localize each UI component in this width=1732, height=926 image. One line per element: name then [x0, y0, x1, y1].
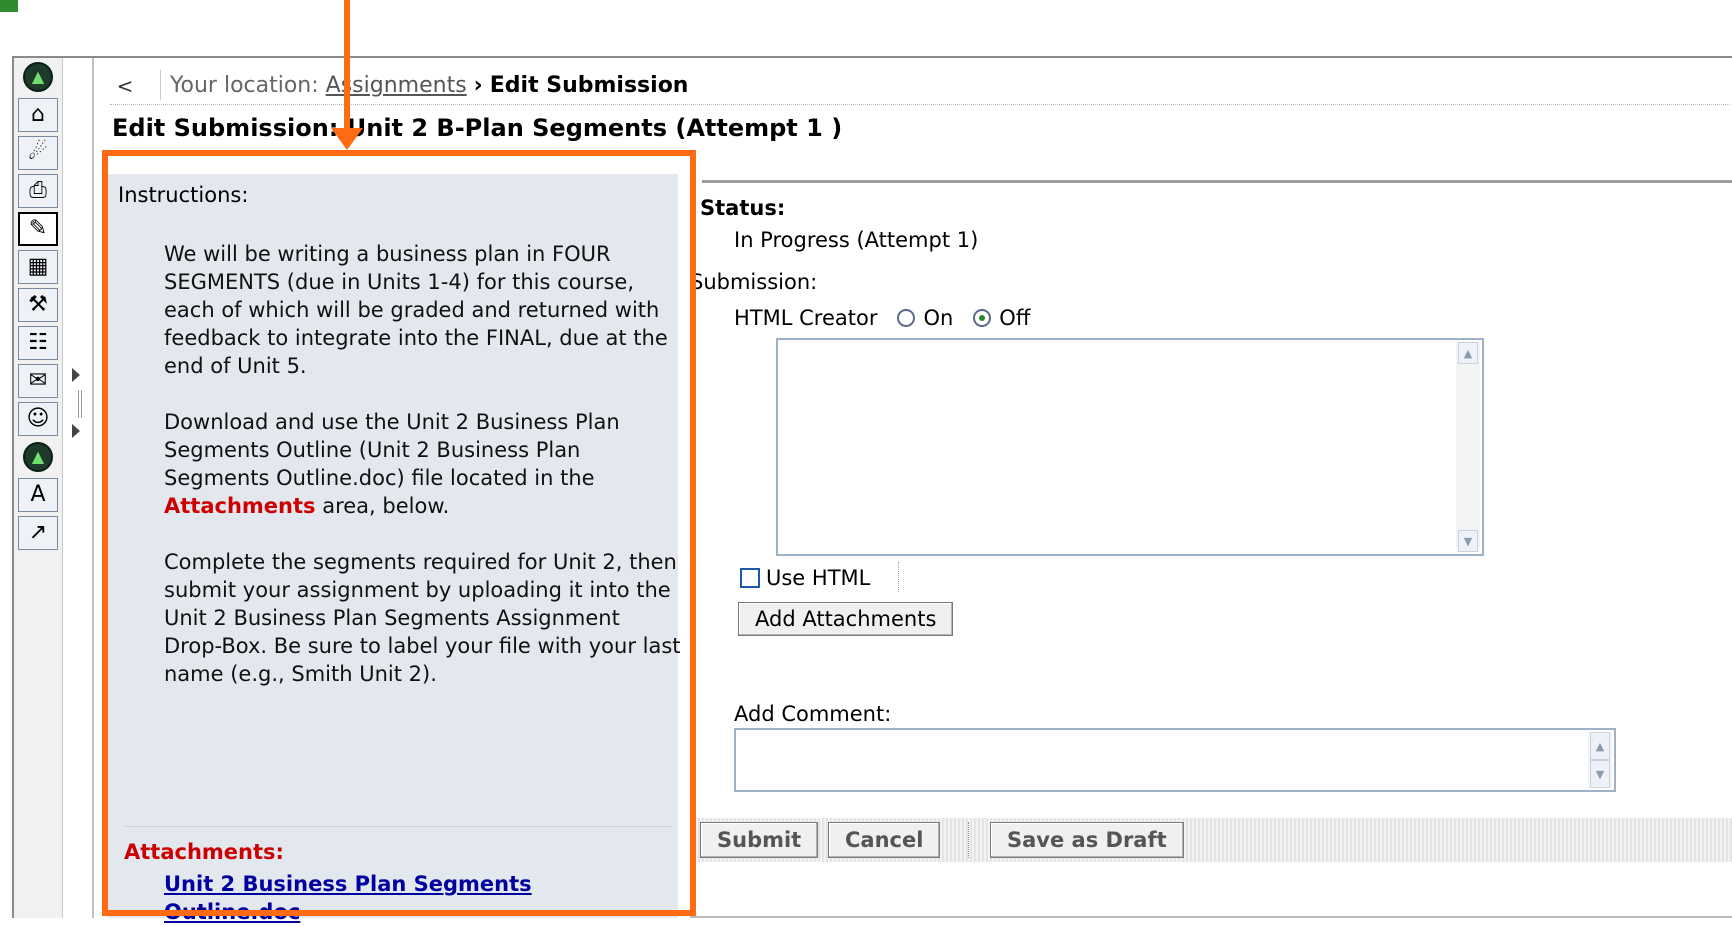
- sidebar-resize-handle[interactable]: [70, 368, 82, 438]
- use-html-separator: [898, 562, 900, 592]
- breadcrumb-current: Edit Submission: [489, 73, 689, 98]
- html-creator-toggle: HTML Creator On Off: [734, 306, 1030, 330]
- html-creator-label: HTML Creator: [734, 306, 878, 330]
- radio-on-label[interactable]: On: [923, 306, 953, 330]
- comment-label: Add Comment:: [734, 702, 892, 726]
- chart-icon[interactable]: ↗: [18, 516, 58, 550]
- frame-top-border: [12, 56, 1732, 58]
- submission-label: Submission:: [690, 270, 818, 294]
- annotation-arrow-icon: [331, 128, 363, 150]
- html-creator-on-radio[interactable]: [897, 309, 916, 327]
- collapse-up-icon[interactable]: ▲: [23, 442, 53, 472]
- satellite-icon[interactable]: ☄: [18, 136, 58, 170]
- collapse-up-icon[interactable]: ▲: [23, 62, 53, 92]
- scroll-down-icon[interactable]: ▼: [1458, 530, 1478, 552]
- scroll-up-icon[interactable]: ▲: [1458, 342, 1478, 364]
- cancel-button[interactable]: Cancel: [828, 822, 941, 858]
- back-button[interactable]: <: [110, 72, 140, 100]
- add-attachments-button[interactable]: Add Attachments: [738, 602, 954, 636]
- home-icon[interactable]: ⌂: [18, 98, 58, 132]
- form-divider: [702, 180, 1732, 183]
- drag-grip: [78, 390, 82, 418]
- radio-off-label[interactable]: Off: [999, 306, 1030, 330]
- breadcrumb-separator: ›: [473, 73, 483, 98]
- annotation-arrow-shaft: [344, 0, 350, 134]
- annotation-highlight-box: [102, 150, 696, 916]
- submit-button[interactable]: Submit: [700, 822, 819, 858]
- documents-icon[interactable]: ☷: [18, 326, 58, 360]
- status-label: Status:: [700, 196, 786, 220]
- scroll-down-icon[interactable]: ▼: [1590, 760, 1610, 788]
- comment-scrollbar[interactable]: ▲ ▼: [1588, 732, 1612, 788]
- corner-marker: [0, 0, 18, 12]
- status-value: In Progress (Attempt 1): [734, 228, 979, 252]
- roster-icon[interactable]: ☺: [18, 402, 58, 436]
- breadcrumb-rule: [110, 104, 1730, 105]
- save-draft-button[interactable]: Save as Draft: [990, 822, 1184, 858]
- expand-arrow-icon[interactable]: [72, 368, 80, 382]
- html-creator-off-radio[interactable]: [973, 309, 992, 327]
- edit-icon[interactable]: ✎: [18, 212, 58, 246]
- use-html-label[interactable]: Use HTML: [766, 566, 870, 590]
- breadcrumb-prefix: Your location:: [170, 73, 319, 98]
- action-bar: Submit Cancel Save as Draft: [690, 818, 1732, 862]
- left-toolbar: ▲ ⌂ ☄ ⎙ ✎ ▦ ⚒ ☷ ✉ ☺ ▲ A ↗: [14, 58, 63, 918]
- page-title: Edit Submission: Unit 2 B-Plan Segments …: [112, 114, 843, 142]
- calendar-icon[interactable]: ▦: [18, 250, 58, 284]
- pushpin-icon[interactable]: ⚒: [18, 288, 58, 322]
- use-html-option[interactable]: Use HTML: [740, 566, 870, 590]
- expand-arrow-icon[interactable]: [72, 424, 80, 438]
- breadcrumb: Your location: Assignments › Edit Submis…: [170, 72, 688, 100]
- content-left-border: [92, 58, 94, 918]
- mail-add-icon[interactable]: ✉: [18, 364, 58, 398]
- scroll-up-icon[interactable]: ▲: [1590, 732, 1610, 760]
- breadcrumb-divider: [160, 70, 161, 100]
- use-html-checkbox[interactable]: [740, 568, 760, 588]
- submission-textarea[interactable]: ▲ ▼: [776, 338, 1484, 556]
- assignments-icon[interactable]: ⎙: [18, 174, 58, 208]
- grade-icon[interactable]: A: [18, 478, 58, 512]
- textarea-scrollbar[interactable]: ▲ ▼: [1456, 342, 1480, 552]
- comment-textarea[interactable]: ▲ ▼: [734, 728, 1616, 792]
- action-separator: [968, 822, 970, 858]
